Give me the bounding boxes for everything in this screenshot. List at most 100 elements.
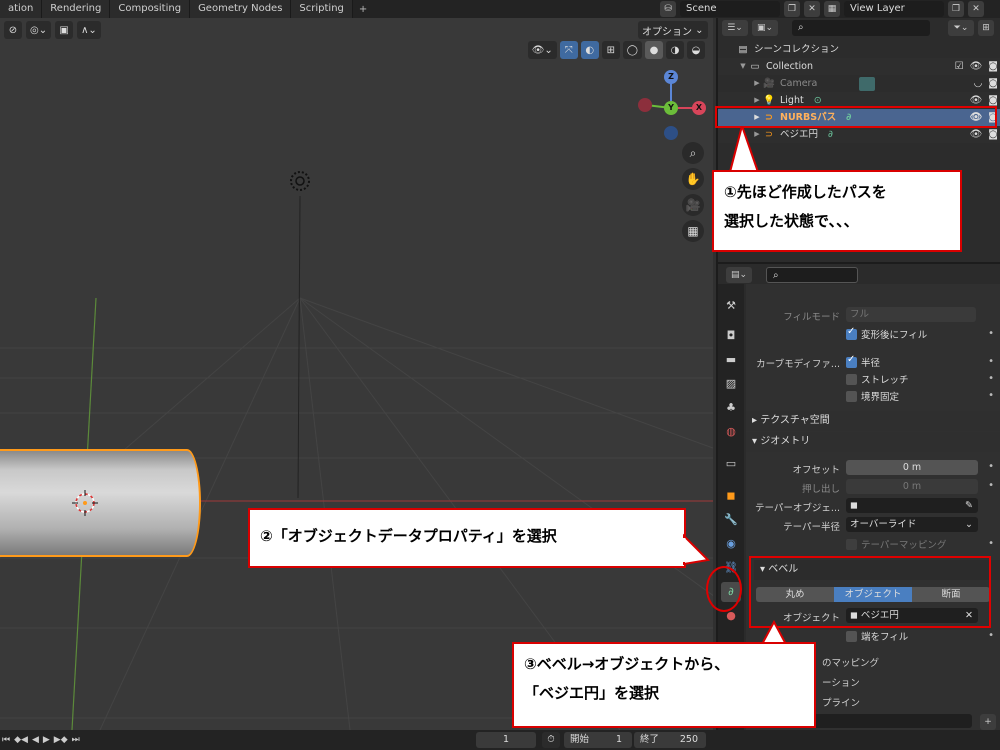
object-tab-icon[interactable]: ◼ (721, 486, 741, 506)
view-layer-tab-icon[interactable]: ▨ (721, 374, 741, 394)
workspace-tab-animation[interactable]: ation (0, 0, 43, 18)
copy-scene-icon[interactable]: ❐ (784, 1, 800, 17)
keyframe-dot-icon[interactable]: • (988, 328, 994, 339)
nurbs-path-bevel-mesh[interactable] (0, 449, 201, 557)
display-mode-icon[interactable]: ☰⌄ (722, 20, 748, 36)
eye-icon[interactable]: 👁 (970, 126, 983, 143)
stopwatch-icon[interactable]: ⏱ (542, 732, 560, 748)
end-frame-field[interactable]: 終了 250 (634, 732, 706, 748)
render-shading-icon[interactable]: ◒ (687, 41, 705, 59)
scene-collection-row[interactable]: ▤ シーンコレクション (718, 41, 1000, 58)
gizmo-neg-x-axis[interactable] (638, 98, 652, 112)
world-tab-icon[interactable]: ◍ (721, 422, 741, 442)
eyedropper-icon[interactable]: ✎ (965, 498, 973, 513)
keyframe-dot-icon[interactable]: • (988, 390, 994, 401)
physics-tab-icon[interactable]: ◉ (721, 534, 741, 554)
pivot-icon[interactable]: ▣ (55, 21, 74, 39)
animation-section-label[interactable]: ーション (822, 675, 860, 689)
stretch-checkbox[interactable]: ストレッチ (846, 372, 909, 386)
proportional-edit-icon[interactable]: ◎⌄ (26, 21, 52, 39)
keyframe-dot-icon[interactable]: • (988, 356, 994, 367)
close-view-layer-icon[interactable]: ✕ (968, 1, 984, 17)
camera-view-icon[interactable]: 🎥 (682, 194, 704, 216)
bounds-clamp-checkbox[interactable]: 境界固定 (846, 389, 899, 403)
add-workspace-icon[interactable]: + (353, 4, 373, 15)
xray-icon[interactable]: ⊞ (601, 41, 620, 59)
properties-search-input[interactable]: ⌕ (766, 267, 858, 283)
options-menu[interactable]: オプション ⌄ (638, 21, 708, 39)
render-camera-icon[interactable]: ◙ (988, 126, 998, 143)
outliner-search-input[interactable]: ⌕ (792, 20, 930, 36)
keyframe-dot-icon[interactable]: • (988, 373, 994, 384)
workspace-tab-compositing[interactable]: Compositing (110, 0, 191, 18)
taper-object-field[interactable]: ◼ ✎ (846, 498, 978, 513)
spline-section-label[interactable]: プライン (822, 695, 860, 709)
material-shading-icon[interactable]: ◑ (666, 41, 684, 59)
3d-viewport[interactable]: ⊘ ◎⌄ ▣ ∧⌄ オプション ⌄ 👁⌄ ⤧ ◐ ⊞ ◯ ● ◑ ◒ Z X Y… (0, 18, 713, 730)
add-icon[interactable]: + (980, 714, 996, 730)
wireframe-shading-icon[interactable]: ◯ (622, 41, 642, 59)
overlay-icon[interactable]: ◐ (580, 41, 599, 59)
filter-icon[interactable]: ⏷⌄ (948, 20, 974, 36)
editor-type-icon[interactable]: ▤⌄ (726, 267, 752, 283)
play-icon[interactable]: ▶ (41, 735, 52, 745)
workspace-tab-geometry-nodes[interactable]: Geometry Nodes (190, 0, 292, 18)
copy-view-layer-icon[interactable]: ❐ (948, 1, 964, 17)
fill-caps-checkbox[interactable]: 端をフィル (846, 629, 908, 643)
scene-icon[interactable]: ⛁ (660, 1, 676, 17)
expand-arrow-icon[interactable]: ▶ (752, 75, 762, 92)
texture-space-section[interactable]: ▸ テクスチャ空間 (746, 411, 1000, 431)
gizmo-neg-z-axis[interactable] (664, 126, 678, 140)
workspace-tab-scripting[interactable]: Scripting (291, 0, 353, 18)
prev-keyframe-icon[interactable]: ◆◀ (12, 735, 30, 745)
offset-field[interactable]: 0 m (846, 460, 978, 475)
snap-icon[interactable]: ⊘ (4, 21, 22, 39)
view-layer-icon[interactable]: ▦ (824, 1, 840, 17)
render-camera-icon[interactable]: ◙ (988, 75, 998, 92)
next-keyframe-icon[interactable]: ▶◆ (52, 735, 70, 745)
perspective-grid-icon[interactable]: ▦ (682, 220, 704, 242)
fill-deformed-checkbox[interactable]: 変形後にフィル (846, 326, 927, 341)
falloff-icon[interactable]: ∧⌄ (77, 21, 101, 39)
taper-mapping-checkbox[interactable]: テーパーマッピング (846, 537, 946, 551)
collection-tab-icon[interactable]: ▭ (721, 454, 741, 474)
include-checkbox-icon[interactable]: ☑ (955, 58, 964, 75)
current-frame-field[interactable]: 1 (476, 732, 536, 748)
zoom-icon[interactable]: ⌕ (682, 142, 704, 164)
tool-tab-icon[interactable]: ⚒ (721, 296, 741, 316)
outliner-row-collection[interactable]: ▼ ▭ Collection ☑ 👁 ◙ (718, 58, 1000, 75)
taper-radius-select[interactable]: オーバーライド ⌄ (846, 517, 978, 532)
render-camera-icon[interactable]: ◙ (988, 58, 998, 75)
mapping-section-label[interactable]: のマッピング (822, 655, 879, 669)
filter-view-icon[interactable]: ▣⌄ (752, 20, 778, 36)
solid-shading-icon[interactable]: ● (645, 41, 663, 59)
fill-mode-select[interactable]: フル (846, 307, 976, 322)
output-tab-icon[interactable]: ▬ (721, 350, 741, 370)
outliner-row-camera[interactable]: ▶ 🎥 Camera ◡ ◙ (718, 75, 1000, 92)
gizmo-z-axis[interactable]: Z (664, 70, 678, 84)
pan-hand-icon[interactable]: ✋ (682, 168, 704, 190)
scene-name-field[interactable]: Scene (680, 1, 780, 17)
radius-checkbox[interactable]: 半径 (846, 354, 880, 369)
keyframe-dot-icon[interactable]: • (988, 630, 994, 641)
close-scene-icon[interactable]: ✕ (804, 1, 820, 17)
gizmo-y-axis[interactable]: Y (664, 101, 678, 115)
eye-icon[interactable]: 👁 (970, 58, 983, 75)
gizmo-toggle-icon[interactable]: ⤧ (559, 41, 578, 59)
scene-tab-icon[interactable]: ♣ (721, 398, 741, 418)
jump-start-icon[interactable]: ⏮ (0, 735, 12, 745)
start-frame-field[interactable]: 開始 1 (564, 732, 632, 748)
render-tab-icon[interactable]: ◘ (721, 326, 741, 346)
workspace-tab-rendering[interactable]: Rendering (42, 0, 111, 18)
extrude-field[interactable]: 0 m (846, 479, 978, 494)
view-layer-field[interactable]: View Layer (844, 1, 944, 17)
new-collection-icon[interactable]: ⊞ (978, 20, 994, 36)
3d-cursor-icon[interactable] (70, 488, 100, 518)
keyframe-dot-icon[interactable]: • (988, 538, 994, 549)
geometry-section[interactable]: ▾ ジオメトリ (746, 432, 1000, 452)
jump-end-icon[interactable]: ⏭ (70, 735, 82, 745)
play-reverse-icon[interactable]: ◀ (30, 735, 41, 745)
keyframe-dot-icon[interactable]: • (988, 480, 994, 491)
expand-arrow-icon[interactable]: ▼ (738, 58, 748, 75)
hidden-eye-icon[interactable]: ◡ (974, 75, 983, 92)
